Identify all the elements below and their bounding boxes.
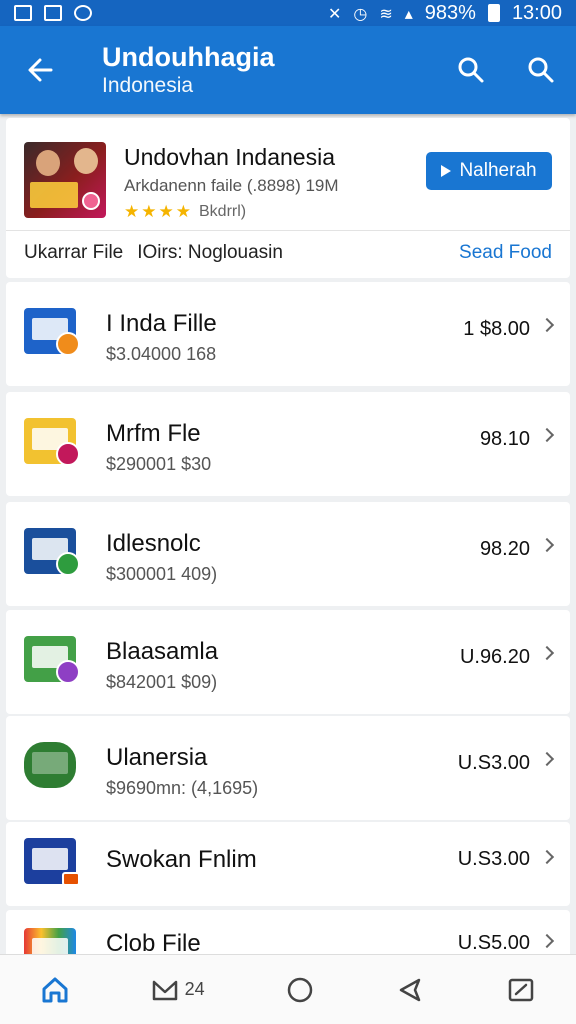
- filter-value: Noglouasin: [187, 242, 283, 263]
- rating: ★ ★ ★ ★ Bkdrrl): [124, 202, 246, 222]
- chevron-right-icon: [539, 427, 555, 443]
- item-price: U.96.20: [459, 646, 530, 668]
- chevron-right-icon: [539, 317, 555, 333]
- mute-icon: ✕: [327, 3, 342, 23]
- header-title: Undovhan Indanesia: [124, 144, 335, 170]
- circle-icon: [287, 977, 313, 1002]
- divider: [6, 230, 570, 231]
- item-price: U.S3.00: [457, 848, 530, 870]
- item-subtitle: $3.04000 168: [106, 344, 217, 364]
- item-price: 98.10: [479, 428, 530, 450]
- chevron-right-icon: [539, 645, 555, 661]
- item-name: Swokan Fnlim: [106, 846, 257, 873]
- cover-image: [24, 142, 106, 218]
- search-icon: [528, 57, 554, 83]
- app-subtitle: Indonesia: [102, 74, 194, 97]
- item-price: U.S3.00: [457, 752, 530, 774]
- filter-label: Ukarrar File: [24, 242, 124, 263]
- mail-icon: [152, 980, 177, 1000]
- see-more-link[interactable]: Sead Food: [459, 242, 552, 264]
- star-icon: ★: [124, 202, 140, 222]
- file-icon: [24, 632, 80, 684]
- list-item[interactable]: Ulanersia $9690mn: (4,1695) U.S3.00: [6, 716, 570, 820]
- search-button-2[interactable]: [506, 26, 576, 114]
- list-item[interactable]: Swokan Fnlim U.S3.00: [6, 822, 570, 906]
- file-icon: [24, 924, 80, 954]
- rating-text: Bkdrrl): [199, 203, 247, 220]
- battery-percent: 983%: [424, 1, 476, 24]
- back-button[interactable]: [0, 26, 80, 114]
- search-icon: [458, 57, 484, 83]
- chevron-right-icon: [539, 933, 555, 949]
- nav-back[interactable]: [381, 955, 439, 1024]
- alarm-icon: ◷: [353, 3, 368, 23]
- clock-time: 13:00: [511, 1, 562, 24]
- home-icon: [42, 977, 68, 1002]
- item-subtitle: $290001 $30: [106, 454, 212, 474]
- file-icon: [24, 304, 80, 356]
- mail-count: 24: [184, 979, 205, 999]
- file-icon: [24, 834, 80, 886]
- clock-icon: [74, 5, 92, 21]
- list-item[interactable]: Clob File U.S5.00: [6, 910, 570, 954]
- wifi-icon: ≋: [379, 3, 393, 23]
- app-title-group: Undouhhagia Indonesia: [80, 41, 436, 99]
- nav-home[interactable]: [26, 955, 84, 1024]
- back-triangle-icon: [400, 978, 421, 1001]
- chevron-right-icon: [539, 751, 555, 767]
- item-price: 98.20: [479, 538, 530, 560]
- item-name: I Inda Fille: [106, 310, 217, 337]
- play-icon: [441, 165, 452, 177]
- item-name: Blaasamla: [106, 638, 219, 665]
- chevron-right-icon: [539, 537, 555, 553]
- signal-icon: ▴: [404, 3, 413, 23]
- app-title: Undouhhagia: [102, 42, 275, 72]
- nav-edit[interactable]: [492, 955, 550, 1024]
- list-item[interactable]: Blaasamla $842001 $09) U.96.20: [6, 610, 570, 714]
- chevron-right-icon: [539, 849, 555, 865]
- list-item[interactable]: I Inda Fille $3.04000 168 1 $8.00: [6, 282, 570, 386]
- item-subtitle: $9690mn: (4,1695): [106, 778, 259, 798]
- search-button[interactable]: [436, 26, 506, 114]
- item-name: Idlesnolc: [106, 530, 201, 557]
- file-icon: [24, 414, 80, 466]
- photo-icon: [44, 5, 62, 21]
- edit-icon: [508, 978, 534, 1001]
- star-icon: ★: [158, 202, 174, 222]
- app-bar: Undouhhagia Indonesia: [0, 26, 576, 114]
- item-price: 1 $8.00: [463, 318, 530, 340]
- list-item[interactable]: Mrfm Fle $290001 $30 98.10: [6, 392, 570, 496]
- header-meta: Arkdanenn faile (.8898) 19M: [124, 176, 339, 195]
- item-price: U.S5.00: [457, 932, 530, 954]
- image-icon: [14, 5, 32, 21]
- star-icon: ★: [141, 202, 157, 222]
- filter-row: Ukarrar File IOirs: Noglouasin: [24, 242, 283, 264]
- header-card: Undovhan Indanesia Arkdanenn faile (.889…: [6, 118, 570, 278]
- item-name: Mrfm Fle: [106, 420, 201, 447]
- file-icon: [24, 738, 80, 790]
- status-left: [14, 5, 92, 21]
- nav-mail[interactable]: 24: [137, 955, 219, 1024]
- star-icon: ★: [175, 202, 191, 222]
- bottom-nav: 24: [0, 954, 576, 1024]
- item-name: Ulanersia: [106, 744, 208, 771]
- item-subtitle: $300001 409): [106, 564, 218, 584]
- battery-icon: [487, 4, 500, 22]
- list-item[interactable]: Idlesnolc $300001 409) 98.20: [6, 502, 570, 606]
- item-subtitle: $842001 $09): [106, 672, 218, 692]
- filter-key: IOirs:: [137, 242, 183, 263]
- file-icon: [24, 524, 80, 576]
- back-arrow-icon: [28, 58, 53, 82]
- status-right: ✕ ◷ ≋ ▴ 983% 13:00: [328, 2, 562, 25]
- install-label: Nalherah: [459, 160, 537, 181]
- nav-circle[interactable]: [271, 955, 329, 1024]
- item-name: Clob File: [106, 930, 201, 954]
- install-button[interactable]: Nalherah: [426, 152, 552, 190]
- status-bar: ✕ ◷ ≋ ▴ 983% 13:00: [0, 0, 576, 26]
